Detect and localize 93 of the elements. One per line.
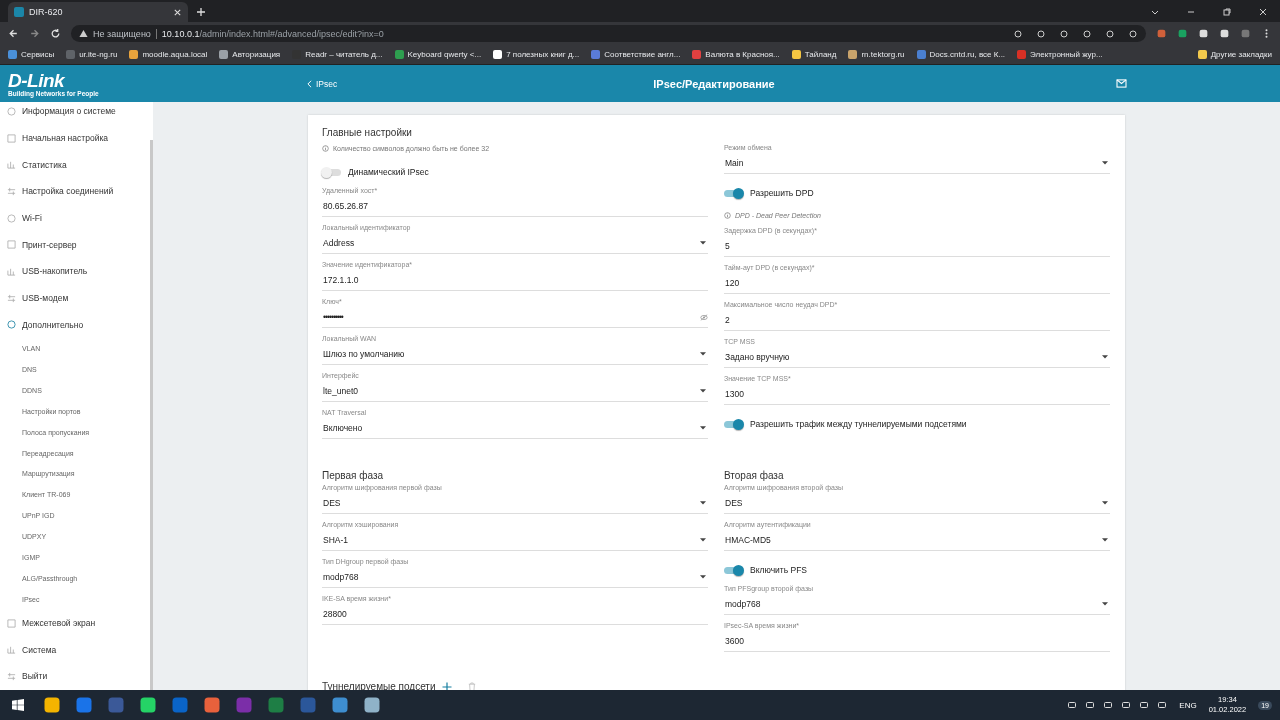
- add-icon[interactable]: [441, 681, 452, 692]
- chart-icon: [7, 160, 16, 170]
- new-tab-icon[interactable]: [196, 7, 206, 17]
- sidebar-item[interactable]: Выйти: [0, 663, 153, 690]
- toolbar-icon[interactable]: [1128, 28, 1138, 39]
- app-icon[interactable]: [202, 695, 222, 715]
- favicon-icon: [14, 7, 24, 17]
- toggle-switch[interactable]: [724, 566, 743, 574]
- app-icon[interactable]: [42, 695, 62, 715]
- tray-icon[interactable]: [1157, 700, 1168, 710]
- toolbar-icon[interactable]: [1059, 28, 1069, 39]
- windows-logo-icon[interactable]: [12, 699, 24, 711]
- toggle-label: Разрешить трафик между туннелируемыми подсетями: [750, 419, 967, 429]
- toggle-label: Включить PFS: [750, 565, 808, 575]
- bookmark-item[interactable]: Соответствие англ...: [591, 50, 681, 59]
- sidebar-item[interactable]: Информация о системе: [0, 102, 153, 125]
- bookmark-item[interactable]: 7 полезных книг д...: [493, 50, 580, 59]
- back-link[interactable]: IPsec: [307, 78, 338, 89]
- caret-icon: [1102, 501, 1108, 505]
- bookmark-item[interactable]: ur.ite-ng.ru: [66, 50, 118, 59]
- caret-icon: [700, 426, 706, 430]
- bookmark-item[interactable]: Keyboard qwerty <...: [394, 50, 482, 59]
- caret-icon: [1102, 161, 1108, 165]
- security-label: Не защищено: [93, 28, 151, 39]
- bookmark-item[interactable]: Docs.cntd.ru, все К...: [916, 50, 1006, 59]
- section-title: Туннелируемые подсети: [322, 681, 436, 692]
- app-icon[interactable]: [330, 695, 350, 715]
- address-bar[interactable]: Не защищено 10.10.0.1/admin/index.html#/advanced/ipsec/edit?inx=0: [71, 25, 1146, 42]
- toolbar-icon[interactable]: [1036, 28, 1046, 39]
- toolbar-icon[interactable]: [1105, 28, 1115, 39]
- close-icon[interactable]: [173, 7, 182, 17]
- sidebar-item[interactable]: Wi-Fi: [0, 204, 153, 232]
- caret-icon: [700, 501, 706, 505]
- sidebar-item[interactable]: Межсетевой экран: [0, 609, 153, 637]
- bookmark-item[interactable]: rn.tektorg.ru: [848, 50, 905, 59]
- section-title: Вторая фаза: [724, 469, 785, 483]
- toggle-label: Динамический IPsec: [348, 167, 429, 177]
- bookmark-item[interactable]: Тайланд: [791, 50, 837, 59]
- tray-icon[interactable]: [1067, 700, 1078, 710]
- toolbar-icon[interactable]: [1013, 28, 1023, 39]
- bookmark-item[interactable]: Электронный жур...: [1017, 50, 1103, 59]
- chevron-left-icon: [307, 79, 312, 88]
- bookmark-item[interactable]: Readr – читатель д...: [292, 50, 383, 59]
- toggle-switch[interactable]: [322, 168, 341, 176]
- section-title: Главные настройки: [322, 126, 413, 140]
- restore-icon[interactable]: [1222, 7, 1232, 17]
- toolbar-icon[interactable]: [1082, 28, 1092, 39]
- app-icon[interactable]: [138, 695, 158, 715]
- sidebar-item[interactable]: Настройка соединений: [0, 178, 153, 205]
- caret-icon: [700, 352, 706, 356]
- sidebar-item[interactable]: Статистика: [0, 151, 153, 179]
- extension-icon[interactable]: [1198, 28, 1209, 39]
- app-icon[interactable]: [362, 695, 382, 715]
- caret-icon: [700, 575, 706, 579]
- bookmark-item[interactable]: Сервисы: [8, 50, 55, 59]
- page-title: IPsec/Редактирование: [653, 77, 775, 90]
- trash-icon[interactable]: [467, 681, 476, 692]
- extension-icon[interactable]: [1219, 28, 1230, 39]
- warning-icon: [79, 29, 88, 38]
- caret-icon: [700, 241, 706, 245]
- url-text: 10.10.0.1/admin/index.html#/advanced/ipsec/edit?inx=0: [161, 28, 384, 39]
- section-title: Первая фаза: [322, 469, 385, 483]
- extension-icon[interactable]: [1177, 28, 1188, 39]
- sidebar-item[interactable]: Дополнительно: [0, 311, 153, 339]
- bookmark-item[interactable]: Другие закладки: [1197, 50, 1272, 59]
- caret-icon: [1102, 355, 1108, 359]
- caret-icon: [700, 538, 706, 542]
- close-icon[interactable]: [1258, 7, 1268, 17]
- sidebar-item[interactable]: Принт-сервер: [0, 231, 153, 259]
- mail-icon[interactable]: [1116, 79, 1127, 88]
- bookmark-item[interactable]: Валюта в Красноя...: [692, 50, 780, 59]
- toggle-switch[interactable]: [724, 189, 743, 197]
- reload-icon[interactable]: [50, 28, 61, 39]
- sidebar-item[interactable]: Система: [0, 636, 153, 664]
- browser-tab[interactable]: DIR-620: [8, 2, 188, 22]
- caret-icon: [1102, 602, 1108, 606]
- caret-icon: [700, 389, 706, 393]
- caret-icon: [1102, 538, 1108, 542]
- tray-icon[interactable]: [1121, 700, 1132, 710]
- bookmark-item[interactable]: moodle.aqua.local: [129, 50, 208, 59]
- forward-arrow-icon[interactable]: [29, 28, 40, 39]
- language-indicator[interactable]: ENG: [1179, 700, 1197, 710]
- tray-icon[interactable]: [1085, 700, 1096, 710]
- tray-icon[interactable]: [1139, 700, 1150, 710]
- back-arrow-icon[interactable]: [8, 28, 19, 39]
- app-icon[interactable]: [74, 695, 94, 715]
- sidebar-item[interactable]: USB-модем: [0, 284, 153, 312]
- sidebar-item[interactable]: USB-накопитель: [0, 258, 153, 285]
- bookmark-item[interactable]: Авторизация: [219, 50, 281, 59]
- sidebar-item[interactable]: Начальная настройка: [0, 124, 153, 152]
- toggle-switch[interactable]: [724, 420, 743, 428]
- tray-icon[interactable]: [1103, 700, 1114, 710]
- toggle-label: Разрешить DPD: [750, 188, 814, 198]
